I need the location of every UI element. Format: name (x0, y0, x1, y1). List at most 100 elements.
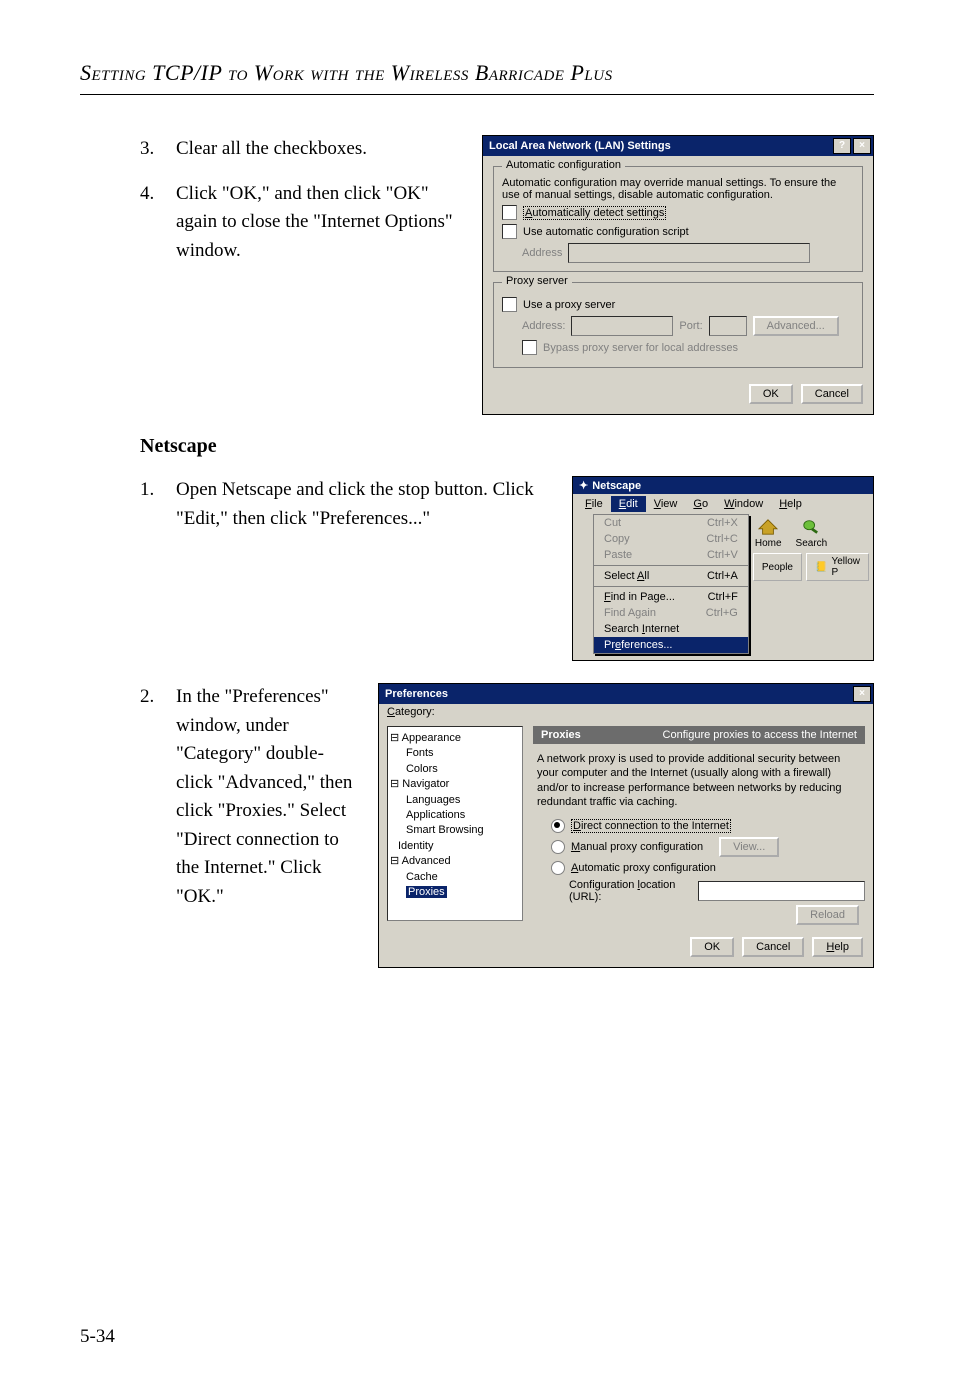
preferences-main: Proxies Configure proxies to access the … (523, 726, 865, 921)
netscape-window: ✦ Netscape File Edit View Go Window Help… (572, 476, 874, 661)
address-label: Address (522, 247, 562, 259)
menu-window[interactable]: Window (716, 496, 771, 512)
menu-file[interactable]: File (577, 496, 611, 512)
close-icon[interactable]: × (853, 138, 871, 154)
menu-help[interactable]: Help (771, 496, 810, 512)
step-ns-2: 2. In the "Preferences" window, under "C… (140, 683, 360, 911)
window-title: Netscape (592, 480, 641, 492)
cancel-button[interactable]: Cancel (801, 384, 863, 404)
menu-find-in-page[interactable]: Find in Page...Ctrl+F (594, 589, 748, 605)
radio-label: Direct connection to the Internet (571, 819, 731, 833)
checkbox-use-proxy[interactable] (502, 297, 517, 312)
menu-search-internet[interactable]: Search Internet (594, 621, 748, 637)
menu-view[interactable]: View (646, 496, 686, 512)
radio-label: Manual proxy configuration (571, 841, 703, 853)
menu-edit[interactable]: Edit (611, 496, 646, 512)
advanced-button: Advanced... (753, 316, 839, 336)
menu-preferences[interactable]: Preferences... (594, 637, 748, 653)
app-icon: ✦ (579, 479, 588, 492)
category-tree[interactable]: ⊟ Appearance Fonts Colors ⊟ Navigator La… (387, 726, 523, 921)
checkbox-label: Automatically detect settings (523, 206, 666, 220)
checkbox-label: Use a proxy server (523, 299, 615, 311)
proxy-address-input (571, 316, 673, 336)
tree-languages[interactable]: Languages (406, 793, 520, 808)
config-url-label: Configuration location (URL): (569, 879, 692, 903)
dialog-title: Local Area Network (LAN) Settings (489, 140, 671, 152)
tree-cache[interactable]: Cache (406, 870, 520, 885)
page-number: 5-34 (80, 1326, 115, 1348)
menu-cut: CutCtrl+X (594, 515, 748, 531)
page-title: Setting TCP/IP to Work with the Wireless… (80, 60, 874, 86)
tree-colors[interactable]: Colors (406, 762, 520, 777)
menu-go[interactable]: Go (685, 496, 716, 512)
menu-separator (594, 586, 748, 587)
search-icon (800, 518, 822, 536)
menu-separator (594, 565, 748, 566)
checkbox-auto-detect[interactable] (502, 205, 517, 220)
checkbox-label: Bypass proxy server for local addresses (543, 342, 738, 354)
help-button[interactable]: Help (812, 937, 863, 957)
step-4: 4. Click "OK," and then click "OK" again… (140, 180, 482, 266)
tree-proxies[interactable]: Proxies (406, 885, 520, 900)
radio-manual[interactable] (551, 840, 565, 854)
step-text: Clear all the checkboxes. (176, 135, 482, 164)
auto-config-group: Automatic configuration Automatic config… (493, 166, 863, 272)
step-num: 4. (140, 180, 176, 266)
dialog-titlebar: ✦ Netscape (573, 477, 873, 494)
ok-button[interactable]: OK (690, 937, 734, 957)
radio-direct[interactable] (551, 819, 565, 833)
checkbox-bypass-local (522, 340, 537, 355)
tree-smart-browsing[interactable]: Smart Browsing (406, 823, 520, 838)
address-input (568, 243, 810, 263)
tree-advanced[interactable]: ⊟ Advanced (390, 854, 520, 869)
help-icon[interactable]: ? (833, 138, 851, 154)
tree-appearance[interactable]: ⊟ Appearance (390, 731, 520, 746)
tab-yellow[interactable]: 📒Yellow P (806, 553, 869, 581)
step-text: Open Netscape and click the stop button.… (176, 476, 572, 533)
config-url-input[interactable] (698, 881, 865, 901)
tree-fonts[interactable]: Fonts (406, 746, 520, 761)
step-num: 1. (140, 476, 176, 533)
step-ns-1: 1. Open Netscape and click the stop butt… (140, 476, 572, 533)
lan-settings-dialog: Local Area Network (LAN) Settings ? × Au… (482, 135, 874, 415)
menu-select-all[interactable]: Select AllCtrl+A (594, 568, 748, 584)
tree-applications[interactable]: Applications (406, 808, 520, 823)
step-text: Click "OK," and then click "OK" again to… (176, 180, 456, 266)
auto-config-desc: Automatic configuration may override man… (502, 177, 854, 201)
tree-navigator[interactable]: ⊟ Navigator (390, 777, 520, 792)
menubar[interactable]: File Edit View Go Window Help (573, 494, 873, 514)
tree-identity[interactable]: Identity (398, 839, 520, 854)
dialog-titlebar: Local Area Network (LAN) Settings ? × (483, 136, 873, 156)
ok-button[interactable]: OK (749, 384, 793, 404)
dialog-title: Preferences (385, 688, 448, 700)
panel-header-subtitle: Configure proxies to access the Internet (663, 729, 857, 741)
group-legend: Proxy server (502, 275, 572, 287)
reload-button: Reload (796, 905, 859, 925)
cancel-button[interactable]: Cancel (742, 937, 804, 957)
title-rule (80, 94, 874, 95)
toolbar-home[interactable]: Home (755, 518, 782, 549)
step-text: In the "Preferences" window, under "Cate… (176, 683, 360, 911)
edit-dropdown: CutCtrl+X CopyCtrl+C PasteCtrl+V Select … (593, 514, 749, 654)
port-label: Port: (679, 320, 702, 332)
radio-auto[interactable] (551, 861, 565, 875)
proxy-port-input (709, 316, 747, 336)
tab-people[interactable]: People (753, 553, 802, 581)
radio-label: Automatic proxy configuration (571, 862, 716, 874)
checkbox-use-script[interactable] (502, 224, 517, 239)
panel-header: Proxies Configure proxies to access the … (533, 726, 865, 744)
panel-description: A network proxy is used to provide addit… (533, 744, 865, 815)
home-icon (757, 518, 779, 536)
close-icon[interactable]: × (853, 686, 871, 702)
menu-find-again: Find AgainCtrl+G (594, 605, 748, 621)
step-num: 2. (140, 683, 176, 911)
step-num: 3. (140, 135, 176, 164)
panel-header-title: Proxies (541, 729, 581, 741)
checkbox-label: Use automatic configuration script (523, 226, 689, 238)
proxy-server-group: Proxy server Use a proxy server Address:… (493, 282, 863, 368)
toolbar-search[interactable]: Search (796, 518, 828, 549)
netscape-heading: Netscape (140, 435, 874, 458)
address-label: Address: (522, 320, 565, 332)
group-legend: Automatic configuration (502, 159, 625, 171)
category-label: Category: (379, 704, 873, 720)
